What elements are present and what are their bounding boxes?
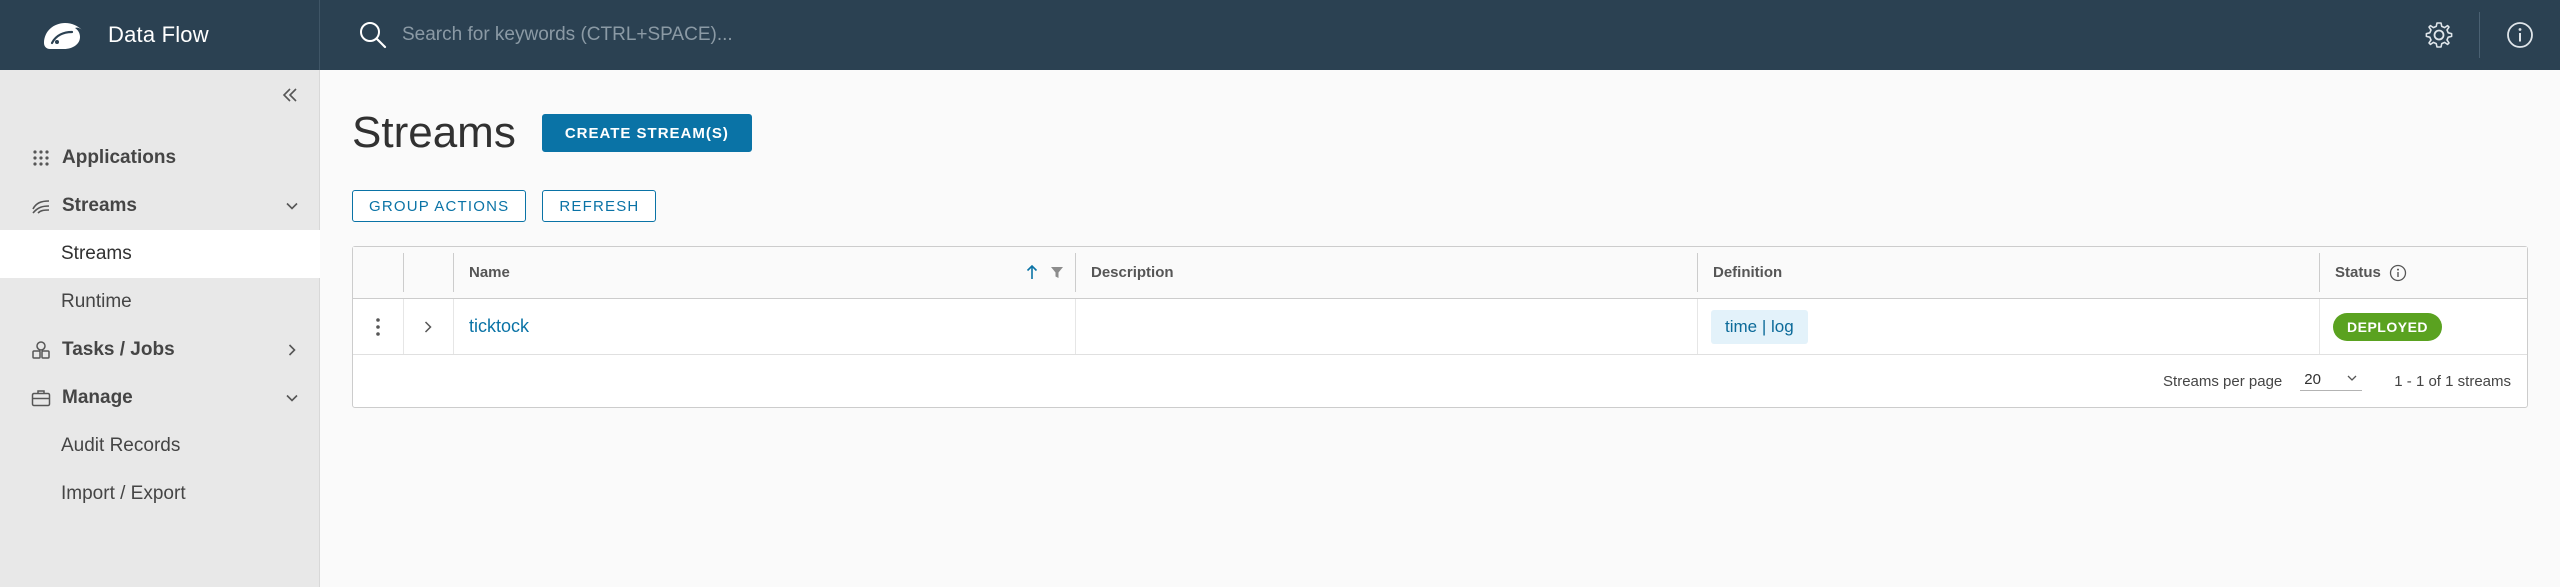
sidebar-item-label: Tasks / Jobs xyxy=(62,339,175,360)
refresh-button[interactable]: REFRESH xyxy=(542,190,657,222)
sidebar-item-audit-records[interactable]: Audit Records xyxy=(0,422,320,470)
pagination-range: 1 - 1 of 1 streams xyxy=(2394,372,2511,390)
row-actions-icon[interactable] xyxy=(353,299,403,354)
app-name: Data Flow xyxy=(108,22,209,47)
chevron-down-icon xyxy=(2346,371,2358,388)
gear-icon[interactable] xyxy=(2399,0,2479,70)
streams-icon xyxy=(30,195,52,217)
sidebar-item-runtime[interactable]: Runtime xyxy=(0,278,320,326)
group-actions-button[interactable]: GROUP ACTIONS xyxy=(352,190,527,222)
create-stream-button[interactable]: CREATE STREAM(S) xyxy=(541,114,752,152)
sidebar-nav: Applications Streams Streams Runtime Tas… xyxy=(0,134,320,518)
sort-ascending-icon[interactable] xyxy=(1025,263,1039,286)
chevron-right-icon[interactable] xyxy=(403,299,453,354)
tasks-icon xyxy=(30,339,52,361)
cell-name: ticktock xyxy=(453,299,1075,354)
info-icon[interactable] xyxy=(2389,264,2407,282)
sidebar-group-streams[interactable]: Streams xyxy=(0,182,320,230)
per-page-select[interactable]: 20 xyxy=(2300,371,2363,391)
header-spacer xyxy=(403,247,453,298)
column-header-name[interactable]: Name xyxy=(453,247,1075,298)
streams-datagrid: Name Description Definition Status tickt… xyxy=(352,246,2528,408)
chevron-right-icon[interactable] xyxy=(280,338,304,362)
header-spacer xyxy=(353,247,403,298)
sidebar-item-label: Streams xyxy=(62,195,137,216)
filter-icon[interactable] xyxy=(1049,263,1065,286)
global-search xyxy=(358,0,2399,70)
table-row: ticktock time | log DEPLOYED xyxy=(353,299,2527,355)
chevron-down-icon[interactable] xyxy=(280,386,304,410)
sidebar-group-manage[interactable]: Manage xyxy=(0,374,320,422)
actions-row: GROUP ACTIONS REFRESH xyxy=(352,190,672,222)
title-row: Streams CREATE STREAM(S) xyxy=(352,108,752,158)
column-header-status[interactable]: Status xyxy=(2319,247,2527,298)
apps-grid-icon xyxy=(30,147,52,169)
header-actions xyxy=(2399,0,2560,70)
datagrid-header: Name Description Definition Status xyxy=(353,247,2527,299)
collapse-sidebar-icon[interactable] xyxy=(275,80,305,110)
column-label: Definition xyxy=(1713,264,1783,281)
sidebar-item-label: Applications xyxy=(62,147,177,168)
app-header: Data Flow xyxy=(0,0,2560,70)
datagrid-footer: Streams per page 20 1 - 1 of 1 streams xyxy=(353,355,2527,407)
sidebar-item-import-export[interactable]: Import / Export xyxy=(0,470,320,518)
sidebar-group-tasks-jobs[interactable]: Tasks / Jobs xyxy=(0,326,320,374)
stream-definition: time | log xyxy=(1711,309,1808,344)
page-title: Streams xyxy=(352,108,516,157)
column-tools xyxy=(1025,263,1065,286)
status-badge: DEPLOYED xyxy=(2333,312,2443,341)
per-page-label: Streams per page xyxy=(2163,372,2283,390)
column-header-definition[interactable]: Definition xyxy=(1697,247,2319,298)
sidebar: Applications Streams Streams Runtime Tas… xyxy=(0,70,320,587)
brand[interactable]: Data Flow xyxy=(0,0,320,70)
per-page-value: 20 xyxy=(2304,371,2321,388)
column-label: Description xyxy=(1091,264,1174,281)
column-header-description[interactable]: Description xyxy=(1075,247,1697,298)
stream-name-link[interactable]: ticktock xyxy=(453,316,529,337)
chevron-down-icon[interactable] xyxy=(280,194,304,218)
sidebar-item-label: Manage xyxy=(62,387,133,408)
cell-description xyxy=(1075,299,1697,354)
cell-definition: time | log xyxy=(1697,299,2319,354)
briefcase-icon xyxy=(30,387,52,409)
search-icon[interactable] xyxy=(358,19,390,51)
main-content: Streams CREATE STREAM(S) GROUP ACTIONS R… xyxy=(320,70,2560,587)
search-input[interactable] xyxy=(402,24,1302,46)
column-label: Name xyxy=(469,264,510,281)
column-label: Status xyxy=(2335,264,2381,281)
sidebar-item-streams[interactable]: Streams xyxy=(0,230,320,278)
info-icon[interactable] xyxy=(2480,0,2560,70)
sidebar-item-applications[interactable]: Applications xyxy=(0,134,320,182)
spring-logo-icon xyxy=(38,17,88,53)
cell-status: DEPLOYED xyxy=(2319,299,2527,354)
